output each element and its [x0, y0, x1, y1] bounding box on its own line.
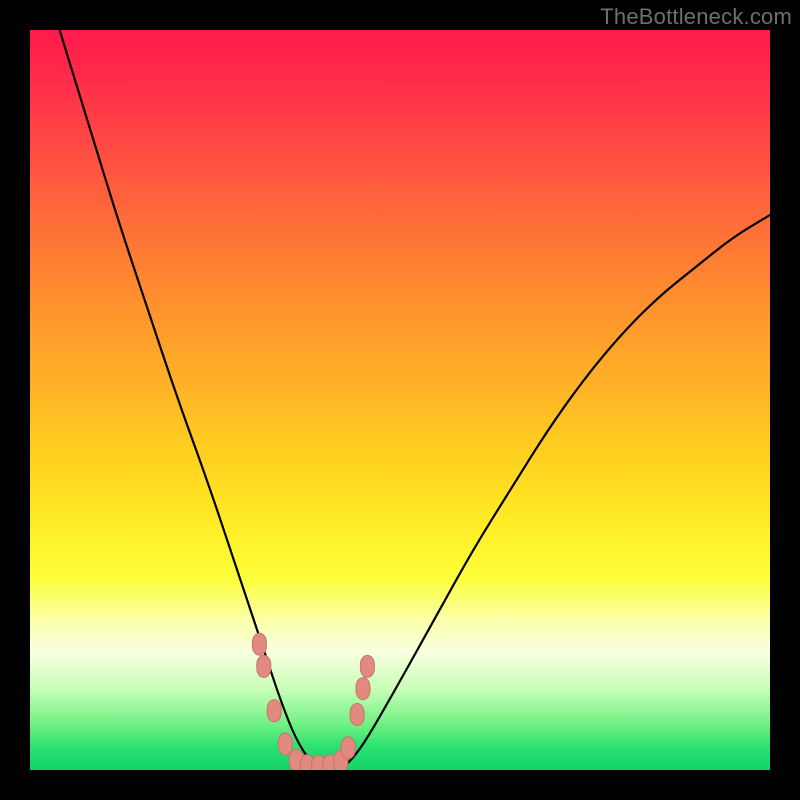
marker-point: [356, 678, 370, 700]
marker-point: [278, 733, 292, 755]
chart-frame: TheBottleneck.com: [0, 0, 800, 800]
plot-area: [30, 30, 770, 770]
marker-point: [267, 700, 281, 722]
highlight-markers: [252, 633, 374, 770]
marker-point: [257, 655, 271, 677]
marker-point: [252, 633, 266, 655]
marker-point: [341, 737, 355, 759]
bottleneck-curve: [60, 30, 770, 770]
watermark-text: TheBottleneck.com: [600, 4, 792, 30]
marker-point: [350, 704, 364, 726]
chart-overlay: [30, 30, 770, 770]
marker-point: [360, 655, 374, 677]
